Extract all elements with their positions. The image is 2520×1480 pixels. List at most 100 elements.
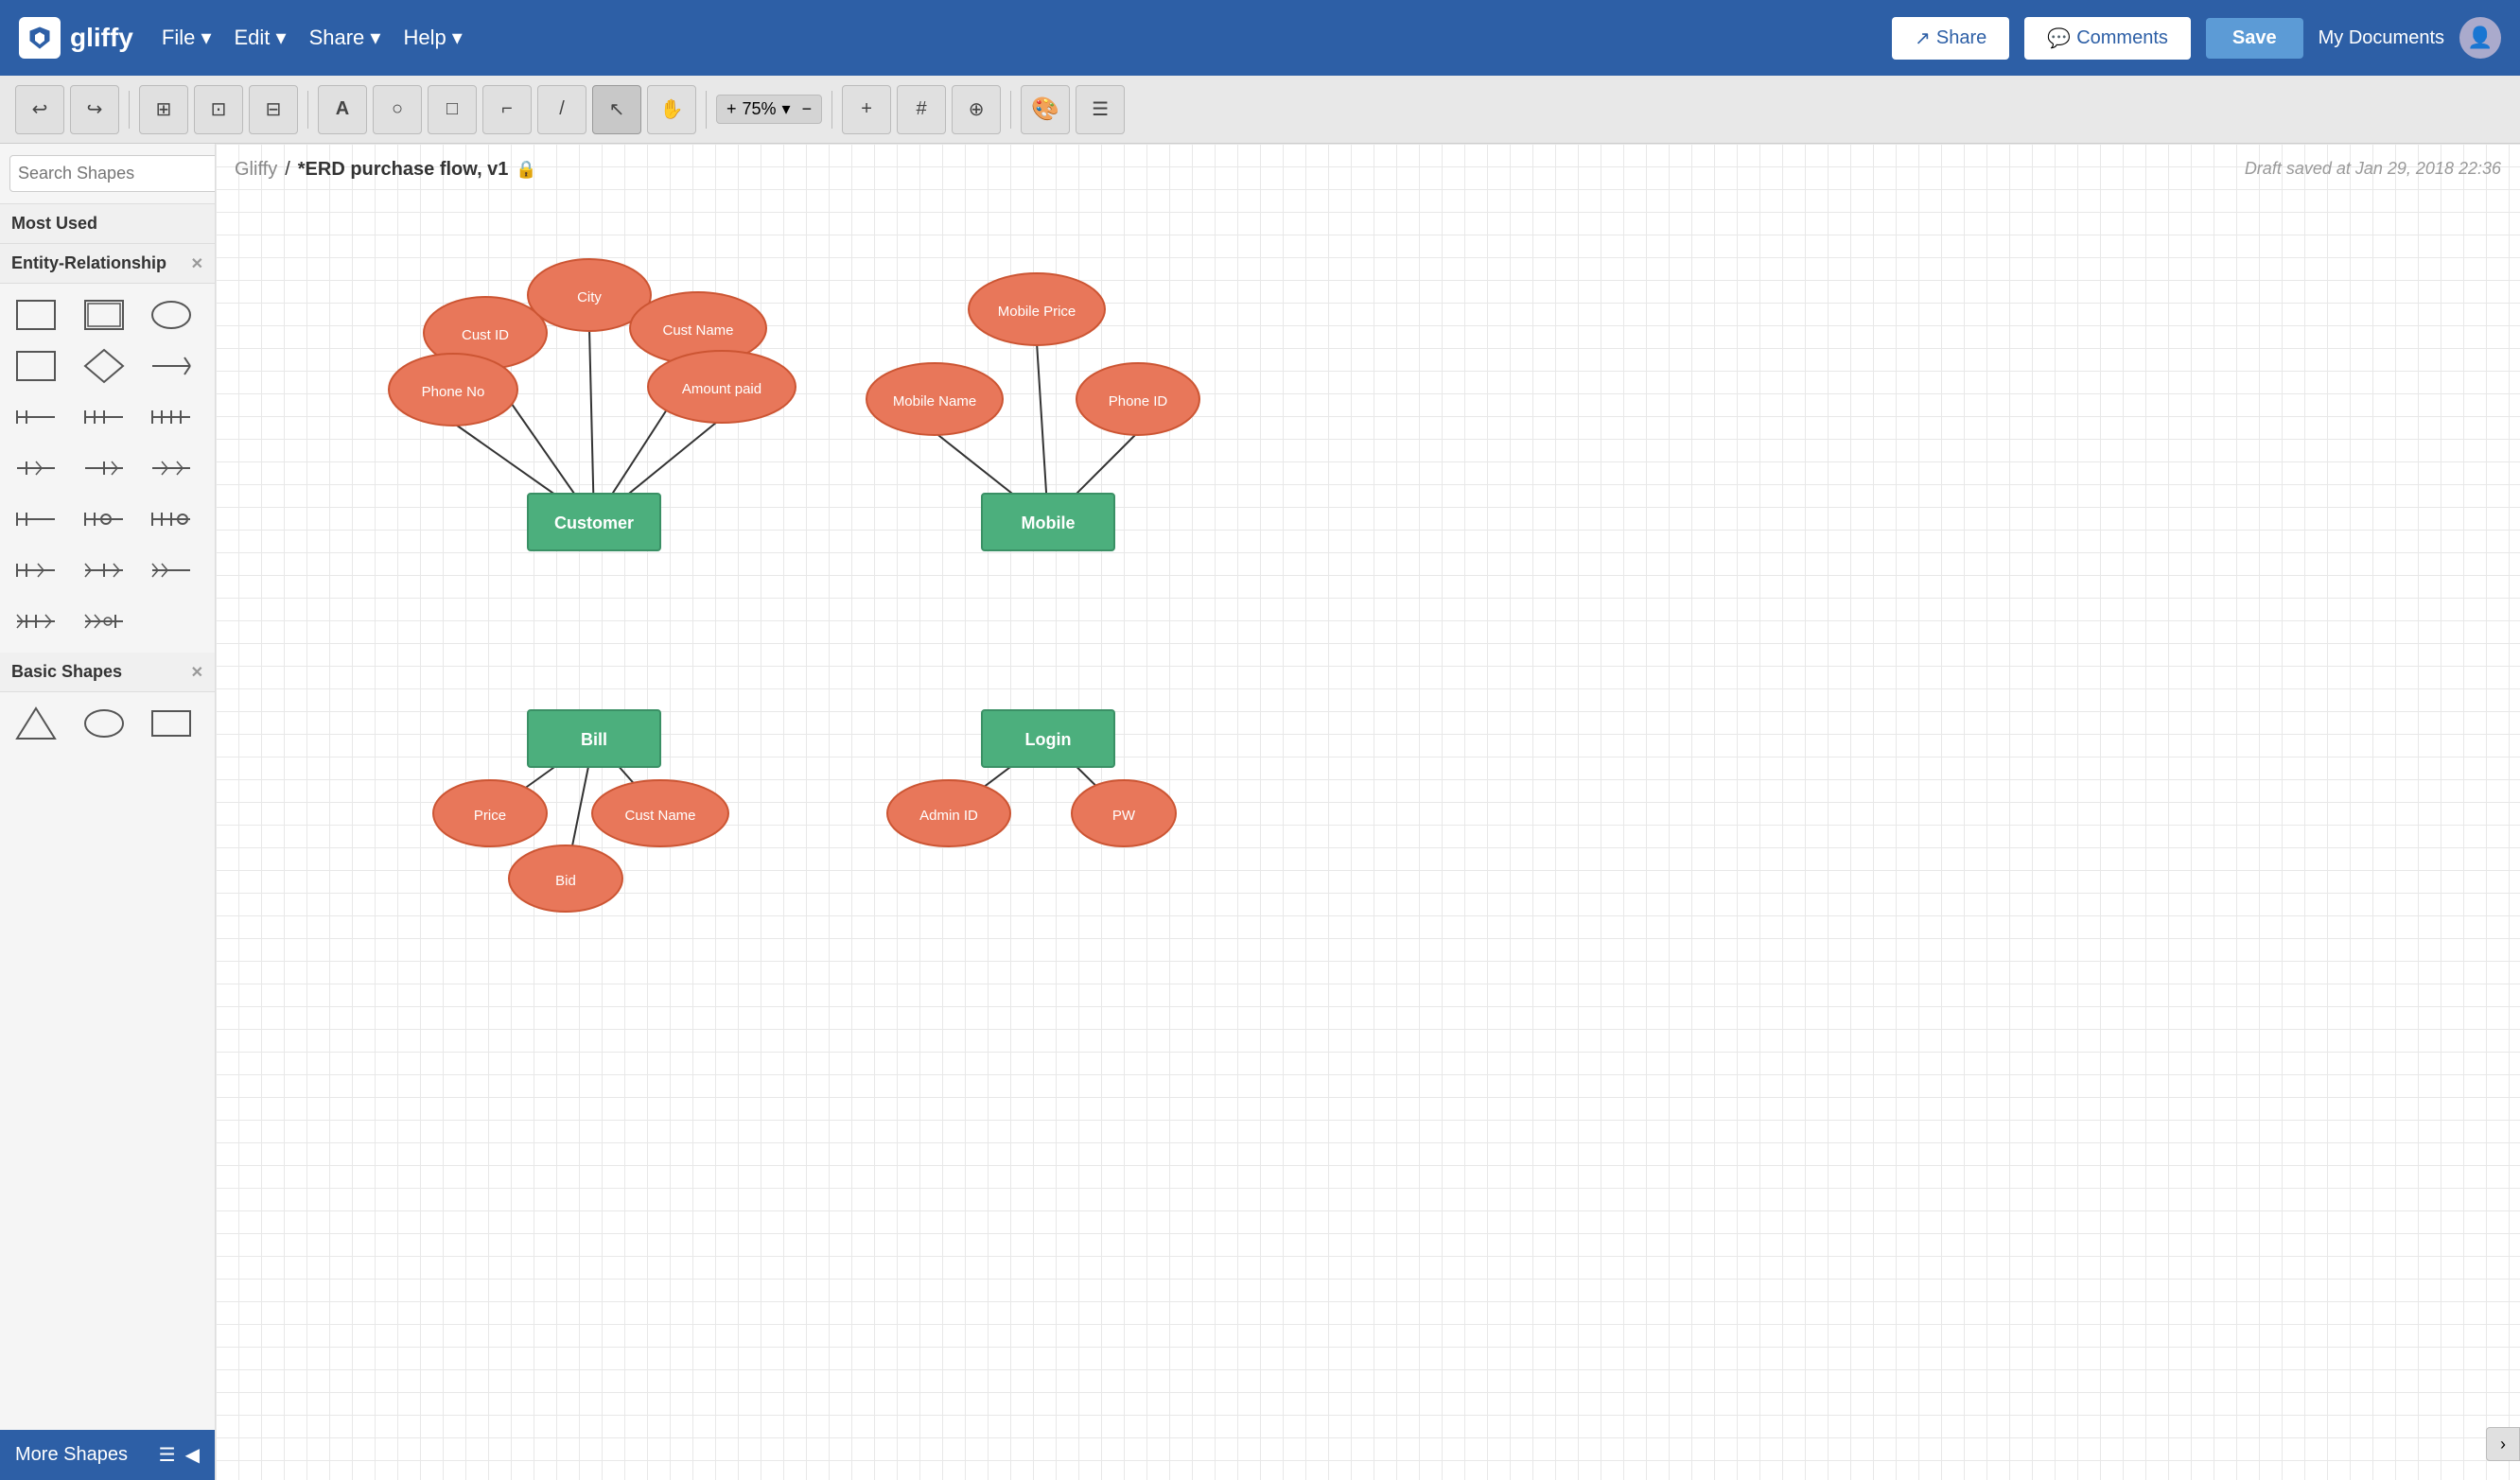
entity-bill-label: Bill: [581, 730, 607, 749]
main-area: 🔍 Most Used Entity-Relationship ✕: [0, 144, 2520, 1480]
entity-login-label: Login: [1025, 730, 1072, 749]
hand-button[interactable]: ✋: [647, 85, 696, 134]
zoom-level[interactable]: 75%: [743, 99, 777, 119]
ellipse-button[interactable]: ○: [373, 85, 422, 134]
more-shapes-icon2[interactable]: ◀: [185, 1443, 200, 1467]
canvas-title-bar: Gliffy / *ERD purchase flow, v1 🔒: [235, 159, 537, 181]
zoom-out-btn[interactable]: −: [802, 99, 813, 119]
er-notation-3[interactable]: [143, 393, 200, 441]
avatar[interactable]: 👤: [2459, 17, 2501, 59]
zoom-dropdown-icon[interactable]: ▾: [782, 99, 791, 119]
nav-edit[interactable]: Edit ▾: [235, 26, 287, 50]
most-used-label: Most Used: [11, 214, 97, 234]
toolbar: ↩ ↪ ⊞ ⊡ ⊟ A ○ □ ⌐ / ↖ ✋ + 75% ▾ − + # ⊕ …: [0, 76, 2520, 144]
zoom-control[interactable]: + 75% ▾ −: [716, 95, 822, 124]
header-nav: File ▾ Edit ▾ Share ▾ Help ▾: [162, 26, 463, 50]
layers-button[interactable]: ⊕: [952, 85, 1001, 134]
header: gliffy File ▾ Edit ▾ Share ▾ Help ▾ ↗ Sh…: [0, 0, 2520, 76]
er-shape-line-fork[interactable]: [143, 342, 200, 390]
canvas-title: *ERD purchase flow, v1: [298, 159, 509, 181]
pencil-button[interactable]: /: [537, 85, 586, 134]
line-button[interactable]: ⌐: [482, 85, 532, 134]
nav-help[interactable]: Help ▾: [403, 26, 462, 50]
er-shape-diamond[interactable]: [76, 342, 132, 390]
more-shapes-icon1[interactable]: ☰: [159, 1443, 176, 1467]
er-notation-7[interactable]: [8, 496, 64, 543]
more-shapes-label: More Shapes: [15, 1444, 128, 1466]
toolbar-separator-4: [831, 91, 832, 129]
er-shape-ellipse[interactable]: [143, 291, 200, 339]
entity-relationship-section-header[interactable]: Entity-Relationship ✕: [0, 244, 215, 284]
er-shape-double-rect[interactable]: [76, 291, 132, 339]
breadcrumb: Gliffy: [235, 159, 277, 181]
select-all-button[interactable]: ⊞: [139, 85, 188, 134]
breadcrumb-separator: /: [285, 159, 290, 181]
er-shape-rect2[interactable]: [8, 342, 64, 390]
attr-cust-id-label: Cust ID: [462, 327, 509, 343]
er-shape-grid: [0, 284, 215, 653]
grid-button[interactable]: #: [897, 85, 946, 134]
attr-pw-label: PW: [1112, 808, 1136, 824]
ungroup-button[interactable]: ⊟: [249, 85, 298, 134]
zoom-in-btn[interactable]: +: [726, 99, 737, 119]
basic-ellipse[interactable]: [76, 700, 132, 747]
toolbar-separator-1: [129, 91, 130, 129]
logo-icon: [19, 17, 61, 59]
share-button[interactable]: ↗ Share: [1892, 17, 2009, 60]
attr-amount-paid-label: Amount paid: [682, 381, 761, 397]
er-notation-8[interactable]: [76, 496, 132, 543]
select-button[interactable]: ↖: [592, 85, 641, 134]
most-used-section-header[interactable]: Most Used: [0, 204, 215, 244]
er-notation-10[interactable]: [8, 547, 64, 594]
nav-file[interactable]: File ▾: [162, 26, 212, 50]
entity-relationship-collapse-icon[interactable]: ✕: [191, 254, 203, 273]
logo: gliffy: [19, 17, 133, 59]
attr-cust-name-bill-label: Cust Name: [624, 808, 695, 824]
attr-price-label: Price: [474, 808, 506, 824]
search-input[interactable]: [9, 155, 216, 192]
basic-shapes-section-header[interactable]: Basic Shapes ✕: [0, 653, 215, 692]
er-notation-9[interactable]: [143, 496, 200, 543]
er-notation-4[interactable]: [8, 444, 64, 492]
sidebar: 🔍 Most Used Entity-Relationship ✕: [0, 144, 216, 1480]
entity-mobile-label: Mobile: [1022, 514, 1076, 532]
er-notation-2[interactable]: [76, 393, 132, 441]
erd-svg: Customer Mobile Bill Login Cust ID City …: [216, 200, 2520, 1480]
attr-phone-id-label: Phone ID: [1109, 393, 1168, 409]
er-notation-6[interactable]: [143, 444, 200, 492]
username-display[interactable]: My Documents: [2319, 27, 2444, 49]
header-right: ↗ Share 💬 Comments Save My Documents 👤: [1892, 17, 2501, 60]
er-notation-12[interactable]: [143, 547, 200, 594]
redo-button[interactable]: ↪: [70, 85, 119, 134]
logo-text: gliffy: [70, 23, 133, 53]
er-notation-11[interactable]: [76, 547, 132, 594]
er-notation-13[interactable]: [8, 598, 64, 645]
save-button[interactable]: Save: [2206, 18, 2303, 59]
undo-button[interactable]: ↩: [15, 85, 64, 134]
basic-triangle[interactable]: [8, 700, 64, 747]
rect-button[interactable]: □: [428, 85, 477, 134]
attr-mobile-price-label: Mobile Price: [998, 304, 1076, 320]
lock-icon[interactable]: 🔒: [516, 160, 536, 180]
attr-phone-no-label: Phone No: [422, 384, 485, 400]
toolbar-separator-5: [1010, 91, 1011, 129]
er-notation-5[interactable]: [76, 444, 132, 492]
right-collapse-button[interactable]: ›: [2486, 1427, 2520, 1461]
add-button[interactable]: +: [842, 85, 891, 134]
er-notation-14[interactable]: [76, 598, 132, 645]
nav-share[interactable]: Share ▾: [309, 26, 381, 50]
toolbar-separator-3: [706, 91, 707, 129]
more-shapes-footer[interactable]: More Shapes ☰ ◀: [0, 1430, 215, 1480]
basic-shapes-collapse-icon[interactable]: ✕: [191, 663, 203, 682]
group-button[interactable]: ⊡: [194, 85, 243, 134]
basic-rect[interactable]: [143, 700, 200, 747]
comments-button[interactable]: 💬 Comments: [2024, 17, 2191, 60]
canvas-area[interactable]: Gliffy / *ERD purchase flow, v1 🔒 Draft …: [216, 144, 2520, 1480]
text-button[interactable]: A: [318, 85, 367, 134]
er-notation-1[interactable]: [8, 393, 64, 441]
layers2-button[interactable]: ☰: [1076, 85, 1125, 134]
er-shape-rect[interactable]: [8, 291, 64, 339]
color-button[interactable]: 🎨: [1021, 85, 1070, 134]
attr-bid-label: Bid: [555, 873, 576, 889]
search-section: 🔍: [0, 144, 215, 204]
